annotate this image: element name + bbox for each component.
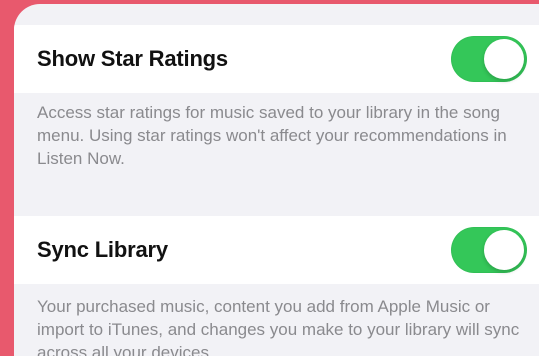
sync-library-toggle[interactable]: [451, 227, 527, 273]
sync-library-footnote: Your purchased music, content you add fr…: [37, 297, 520, 356]
toggle-knob: [484, 39, 524, 79]
toggle-knob: [484, 230, 524, 270]
show-star-ratings-row[interactable]: Show Star Ratings: [14, 25, 539, 93]
star-ratings-footnote: Access star ratings for music saved to y…: [37, 103, 507, 168]
sync-library-label: Sync Library: [37, 237, 168, 262]
show-star-ratings-toggle[interactable]: [451, 36, 527, 82]
settings-screen: Show Star Ratings Access star ratings fo…: [14, 4, 539, 356]
sync-library-row[interactable]: Sync Library: [14, 216, 539, 284]
show-star-ratings-label: Show Star Ratings: [37, 46, 228, 71]
